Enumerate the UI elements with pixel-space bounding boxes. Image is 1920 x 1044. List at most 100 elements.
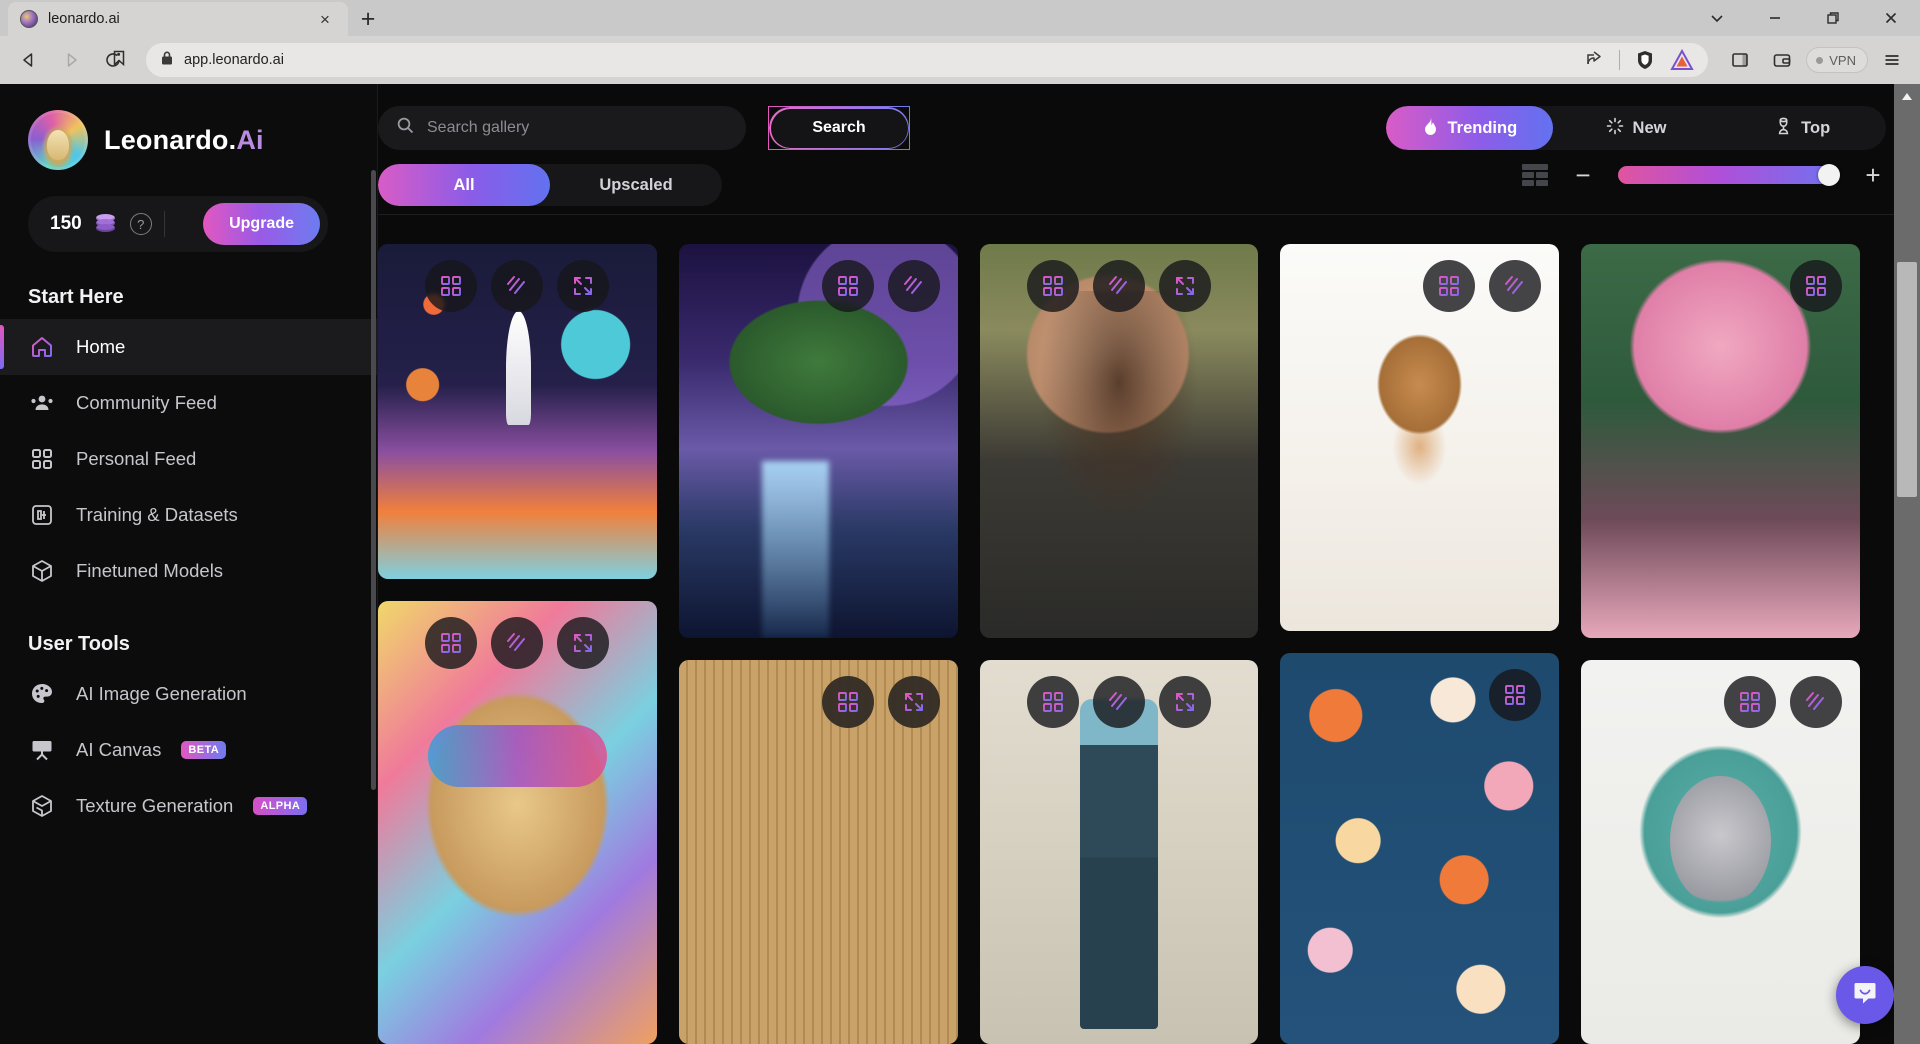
gallery-card[interactable] — [979, 660, 1259, 1044]
chat-bubble-icon — [1851, 979, 1879, 1012]
zoom-in-button[interactable]: + — [1860, 162, 1886, 188]
address-bar[interactable]: app.leonardo.ai — [113, 43, 1709, 77]
app-logo[interactable]: Leonardo.Ai — [0, 84, 377, 170]
filter-tabs: All Upscaled — [378, 164, 722, 206]
lock-icon — [160, 50, 174, 71]
sidebar-item-label: Home — [76, 336, 126, 357]
tab-new[interactable]: New — [1553, 106, 1720, 150]
restore-icon[interactable] — [1804, 0, 1862, 36]
back-button[interactable] — [10, 43, 48, 77]
diagonal-lines-icon[interactable] — [1092, 260, 1145, 312]
gallery-card[interactable] — [378, 601, 657, 1044]
search-field-wrapper[interactable] — [378, 106, 746, 150]
tab-search-icon[interactable] — [1688, 0, 1746, 36]
gallery-card[interactable] — [678, 244, 958, 639]
remix-icon[interactable] — [425, 617, 478, 670]
close-icon[interactable] — [1862, 0, 1920, 36]
sidebar-item-label: Training & Datasets — [76, 504, 238, 525]
gallery-card[interactable] — [1581, 244, 1860, 639]
sidebar-item-personal-feed[interactable]: Personal Feed — [0, 431, 377, 487]
search-input[interactable] — [427, 119, 728, 137]
toolbar-divider — [378, 214, 1920, 215]
remix-icon[interactable] — [1723, 676, 1776, 729]
gallery-card[interactable] — [378, 244, 657, 580]
scroll-up-arrow[interactable] — [1894, 84, 1920, 110]
sidebar-item-training-datasets[interactable]: Training & Datasets — [0, 487, 377, 543]
remix-icon[interactable] — [821, 260, 874, 312]
minimize-icon[interactable] — [1746, 0, 1804, 36]
search-button[interactable]: Search — [768, 106, 910, 150]
zoom-out-button[interactable]: − — [1570, 162, 1596, 188]
gallery-card[interactable] — [1581, 660, 1860, 1044]
sidebar-item-texture-generation[interactable]: Texture Generation ALPHA — [0, 778, 377, 834]
credit-amount: 150 — [50, 213, 82, 234]
tab-close-icon[interactable]: × — [314, 8, 336, 30]
sparkle-icon — [1606, 117, 1624, 140]
expand-icon[interactable] — [557, 260, 610, 312]
diagonal-lines-icon[interactable] — [1092, 676, 1145, 729]
new-tab-button[interactable]: + — [348, 2, 388, 36]
sidebar-panel-icon[interactable] — [1722, 43, 1758, 77]
gallery-column — [979, 244, 1259, 1044]
wallet-icon[interactable] — [1764, 43, 1800, 77]
zoom-controls: − + — [1522, 162, 1886, 188]
diagonal-lines-icon[interactable] — [887, 260, 940, 312]
sidebar-scrollbar[interactable] — [371, 170, 376, 790]
browser-menu-icon[interactable] — [1874, 43, 1910, 77]
expand-icon[interactable] — [1158, 260, 1211, 312]
page-scrollbar[interactable] — [1894, 84, 1920, 1044]
gallery-card[interactable] — [1280, 244, 1560, 632]
browser-tab[interactable]: leonardo.ai × — [8, 2, 348, 36]
vpn-status-dot — [1816, 56, 1824, 64]
diagonal-lines-icon[interactable] — [1789, 676, 1842, 729]
diagonal-lines-icon[interactable] — [491, 260, 544, 312]
sidebar-item-label: AI Canvas — [76, 739, 162, 760]
expand-icon[interactable] — [887, 676, 940, 729]
remix-icon[interactable] — [1489, 669, 1542, 722]
brave-shields-icon[interactable] — [1634, 49, 1656, 71]
zoom-slider[interactable] — [1618, 164, 1840, 186]
tab-trending[interactable]: Trending — [1386, 106, 1553, 150]
zoom-slider-thumb[interactable] — [1818, 164, 1840, 186]
forward-button[interactable] — [52, 43, 90, 77]
remix-icon[interactable] — [1789, 260, 1842, 312]
support-chat-button[interactable] — [1836, 966, 1894, 1024]
trophy-icon — [1775, 117, 1792, 140]
diagonal-lines-icon[interactable] — [491, 617, 544, 670]
remix-icon[interactable] — [821, 676, 874, 729]
browser-titlebar: leonardo.ai × + — [0, 0, 1920, 36]
brave-rewards-icon[interactable] — [1670, 48, 1694, 71]
vpn-label: VPN — [1829, 52, 1856, 68]
layout-grid-icon[interactable] — [1522, 164, 1548, 186]
page-viewport: Leonardo.Ai 150 ? Upgrade Start Here Hom… — [0, 84, 1920, 1044]
remix-icon[interactable] — [1423, 260, 1476, 312]
upgrade-button[interactable]: Upgrade — [203, 203, 320, 245]
flame-icon — [1422, 116, 1439, 140]
page-scrollbar-thumb[interactable] — [1897, 262, 1917, 497]
sidebar-item-ai-canvas[interactable]: AI Canvas BETA — [0, 722, 377, 778]
coin-icon — [94, 213, 118, 235]
help-icon[interactable]: ? — [129, 213, 152, 235]
tab-upscaled[interactable]: Upscaled — [550, 164, 722, 206]
expand-icon[interactable] — [1158, 676, 1211, 729]
sidebar-item-home[interactable]: Home — [0, 319, 377, 375]
vpn-button[interactable]: VPN — [1806, 47, 1868, 73]
gallery-card[interactable] — [979, 244, 1259, 639]
expand-icon[interactable] — [557, 617, 610, 670]
gallery-card[interactable] — [1280, 653, 1560, 1044]
remix-icon[interactable] — [1026, 676, 1079, 729]
diagonal-lines-icon[interactable] — [1489, 260, 1542, 312]
sidebar-item-finetuned-models[interactable]: Finetuned Models — [0, 543, 377, 599]
tab-all[interactable]: All — [378, 164, 550, 206]
share-icon[interactable] — [1585, 48, 1605, 73]
gallery-card[interactable] — [678, 660, 958, 1044]
bookmark-icon[interactable] — [110, 49, 128, 72]
card-actions — [980, 676, 1259, 729]
sidebar-item-ai-image-generation[interactable]: AI Image Generation — [0, 666, 377, 722]
remix-icon[interactable] — [425, 260, 478, 312]
card-actions — [378, 617, 657, 670]
window-controls — [1688, 0, 1920, 36]
tab-top[interactable]: Top — [1719, 106, 1886, 150]
sidebar-item-community-feed[interactable]: Community Feed — [0, 375, 377, 431]
remix-icon[interactable] — [1026, 260, 1079, 312]
